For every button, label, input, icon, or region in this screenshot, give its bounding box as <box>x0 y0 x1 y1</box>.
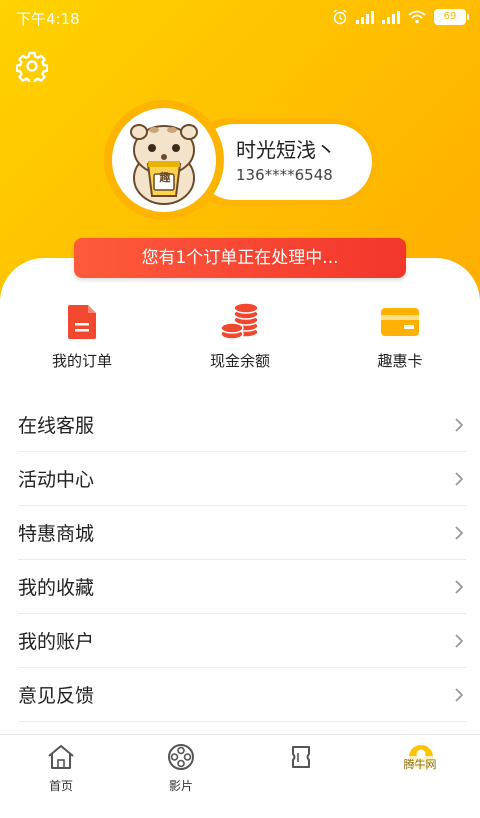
nav-tab-tickets[interactable] <box>256 743 346 777</box>
alarm-icon <box>333 9 347 25</box>
gear-icon[interactable] <box>16 50 48 82</box>
profile-name: 时光短浅丶 <box>236 138 336 162</box>
menu-item-label: 特惠商城 <box>18 523 95 545</box>
menu-item-feedback[interactable]: 意见反馈 <box>18 668 466 722</box>
avatar[interactable] <box>112 108 216 212</box>
chevron-right-icon <box>455 633 464 648</box>
home-icon <box>48 745 74 769</box>
status-icons: 69 <box>332 8 469 26</box>
nav-tab-films[interactable]: 影片 <box>136 743 226 794</box>
wifi-icon <box>408 10 426 24</box>
quick-action-label: 趣惠卡 <box>377 352 423 370</box>
quick-action-balance[interactable]: 现金余额 <box>180 300 300 371</box>
signal-icon-2 <box>382 10 400 24</box>
menu-item-label: 意见反馈 <box>18 685 95 707</box>
nav-tab-label: 影片 <box>168 779 193 793</box>
ticket-icon <box>292 746 310 768</box>
film-reel-icon <box>168 744 194 770</box>
signal-icon <box>356 10 374 24</box>
card-icon <box>381 308 419 336</box>
chevron-right-icon <box>455 471 464 486</box>
chevron-right-icon <box>455 525 464 540</box>
menu-item-label: 活动中心 <box>18 469 95 491</box>
chevron-right-icon <box>455 687 464 702</box>
menu-item-account[interactable]: 我的账户 <box>18 614 466 668</box>
menu-item-discount-mall[interactable]: 特惠商城 <box>18 506 466 560</box>
watermark: 腾牛网 <box>378 756 462 772</box>
nav-tab-label: 首页 <box>48 779 73 793</box>
menu-item-customer-service[interactable]: 在线客服 <box>18 398 466 452</box>
quick-action-label: 现金余额 <box>209 352 270 370</box>
profile-phone: 136****6548 <box>236 166 333 184</box>
hamster-avatar-icon <box>130 124 198 205</box>
settings-menu: 在线客服 活动中心 特惠商城 我的收藏 我的账户 意见反馈 <box>0 398 480 722</box>
chevron-right-icon <box>455 417 464 432</box>
nav-tab-home[interactable]: 首页 <box>16 743 106 794</box>
menu-item-label: 我的收藏 <box>18 577 95 599</box>
status-bar: 下午4:18 69 <box>0 0 480 34</box>
menu-item-activity-center[interactable]: 活动中心 <box>18 452 466 506</box>
watermark-text: 腾牛网 <box>403 758 437 771</box>
status-time: 下午4:18 <box>16 10 80 28</box>
quick-action-label: 我的订单 <box>51 352 112 370</box>
coins-icon <box>220 302 259 340</box>
avatar-badge-label: 趣 <box>159 171 171 184</box>
quick-action-orders[interactable]: 我的订单 <box>22 300 142 371</box>
order-notice-banner[interactable]: 您有1个订单正在处理中... <box>74 238 406 278</box>
battery-icon: 69 <box>434 9 469 25</box>
quick-action-card[interactable]: 趣惠卡 <box>340 300 460 371</box>
menu-item-label: 我的账户 <box>18 631 95 653</box>
order-document-icon <box>68 305 96 339</box>
menu-item-favorites[interactable]: 我的收藏 <box>18 560 466 614</box>
chevron-right-icon <box>455 579 464 594</box>
menu-item-label: 在线客服 <box>18 415 95 437</box>
